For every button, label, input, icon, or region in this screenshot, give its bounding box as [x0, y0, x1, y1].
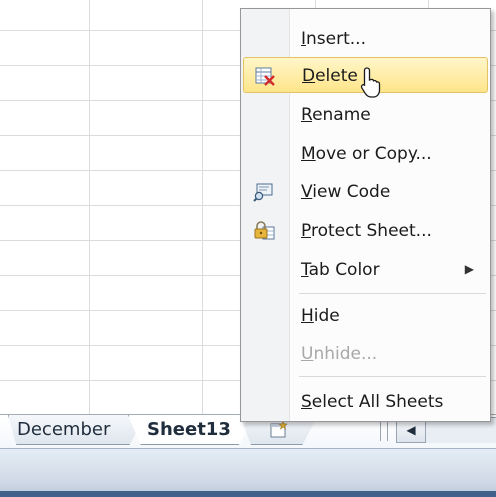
delete-sheet-icon [255, 67, 275, 86]
submenu-arrow-icon: ▶ [464, 262, 474, 276]
menu-item-insert[interactable]: Insert... [243, 21, 488, 57]
protect-sheet-icon [254, 221, 275, 240]
sheet-tab-label: December [17, 419, 111, 440]
menu-item-hide[interactable]: Hide [243, 298, 488, 334]
menu-item-label: Select All Sheets [301, 392, 444, 412]
mouse-pointer-hand-icon [360, 67, 381, 98]
menu-item-label: Insert... [301, 29, 366, 49]
menu-separator [299, 293, 486, 294]
menu-item-label: View Code [301, 182, 391, 202]
sheet-tab-december[interactable]: December [8, 415, 146, 445]
menu-item-protect-sheet[interactable]: Protect Sheet... [243, 213, 488, 249]
menu-item-label: Hide [301, 306, 340, 326]
scroll-left-arrow-icon: ◀ [406, 423, 416, 437]
view-code-icon [253, 183, 273, 202]
menu-item-label: Delete [302, 66, 358, 86]
menu-item-label: Unhide... [301, 344, 378, 364]
menu-item-view-code[interactable]: View Code [243, 174, 488, 210]
menu-item-label: Tab Color [301, 260, 380, 280]
sheet-tab-sheet13[interactable]: Sheet13 [128, 415, 254, 445]
status-bar-edge [0, 491, 496, 497]
sheet-tab-label: Sheet13 [147, 419, 231, 440]
menu-item-move-or-copy[interactable]: Move or Copy... [243, 136, 488, 172]
insert-worksheet-icon [270, 420, 288, 438]
menu-item-tab-color[interactable]: Tab Color ▶ [243, 252, 488, 288]
menu-item-rename[interactable]: Rename [243, 97, 488, 133]
status-bar [0, 448, 496, 497]
menu-item-label: Rename [301, 105, 371, 125]
tab-split-handle[interactable] [380, 419, 388, 441]
menu-item-label: Move or Copy... [301, 144, 432, 164]
menu-item-select-all-sheets[interactable]: Select All Sheets [243, 384, 488, 420]
menu-separator [299, 376, 486, 377]
menu-item-unhide: Unhide... [243, 336, 488, 372]
menu-item-label: Protect Sheet... [301, 221, 432, 241]
